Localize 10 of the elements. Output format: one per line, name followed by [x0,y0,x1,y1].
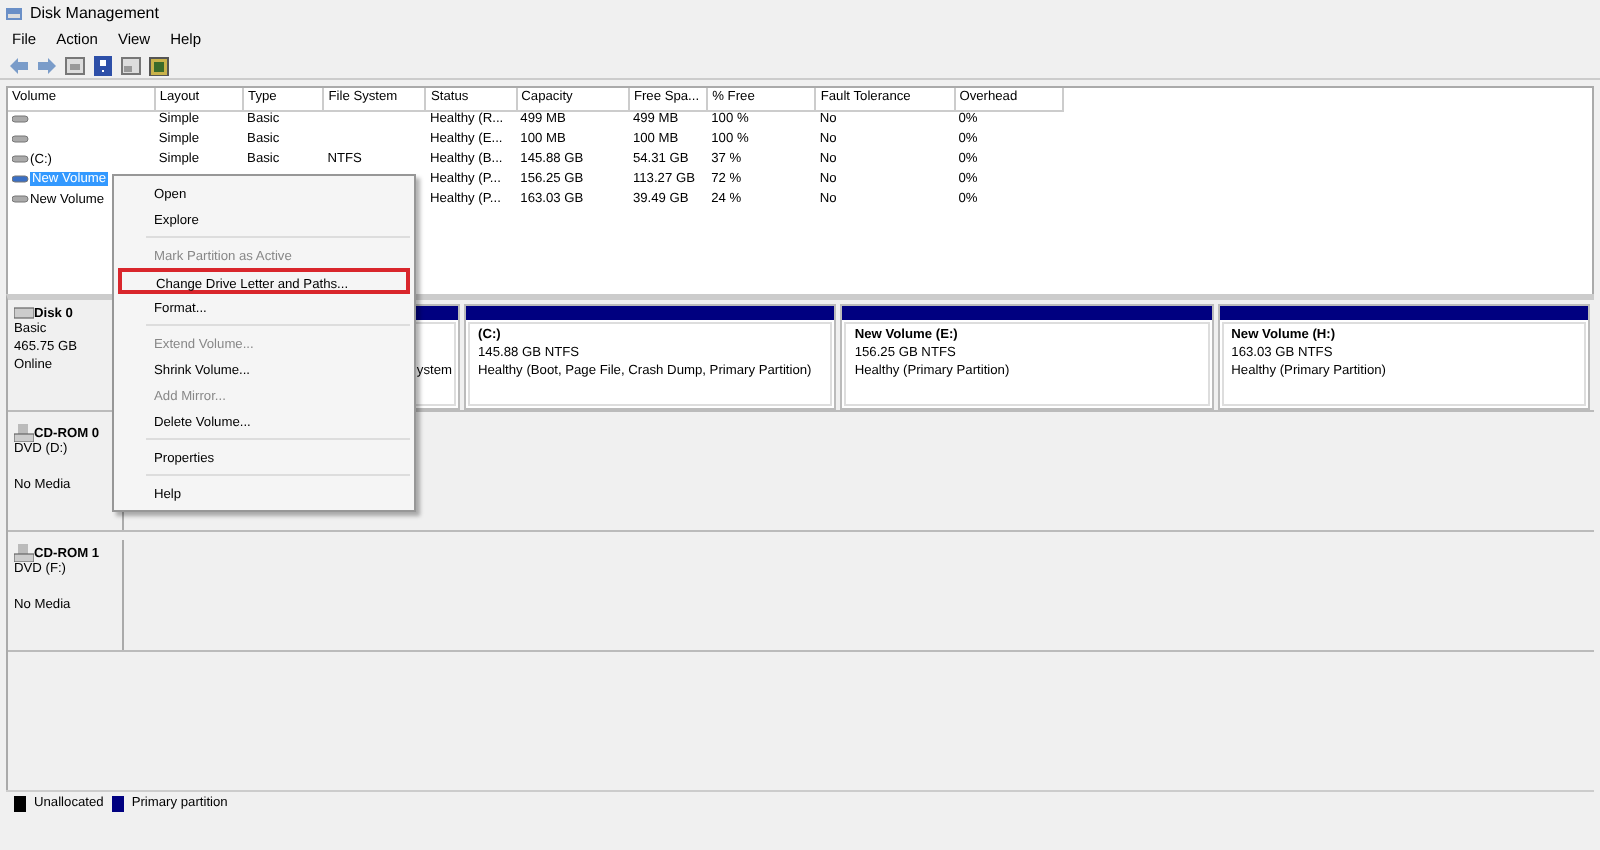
back-icon [8,55,30,75]
disk-icon [148,55,170,75]
window-icon [64,55,86,75]
window-icon [120,55,142,75]
app-icon [4,3,24,23]
help-icon [92,55,114,75]
window-title: Disk Management [30,3,159,23]
cd-drive-icon [14,424,34,442]
forward-icon [36,55,58,75]
cd-drive-icon [14,544,34,562]
